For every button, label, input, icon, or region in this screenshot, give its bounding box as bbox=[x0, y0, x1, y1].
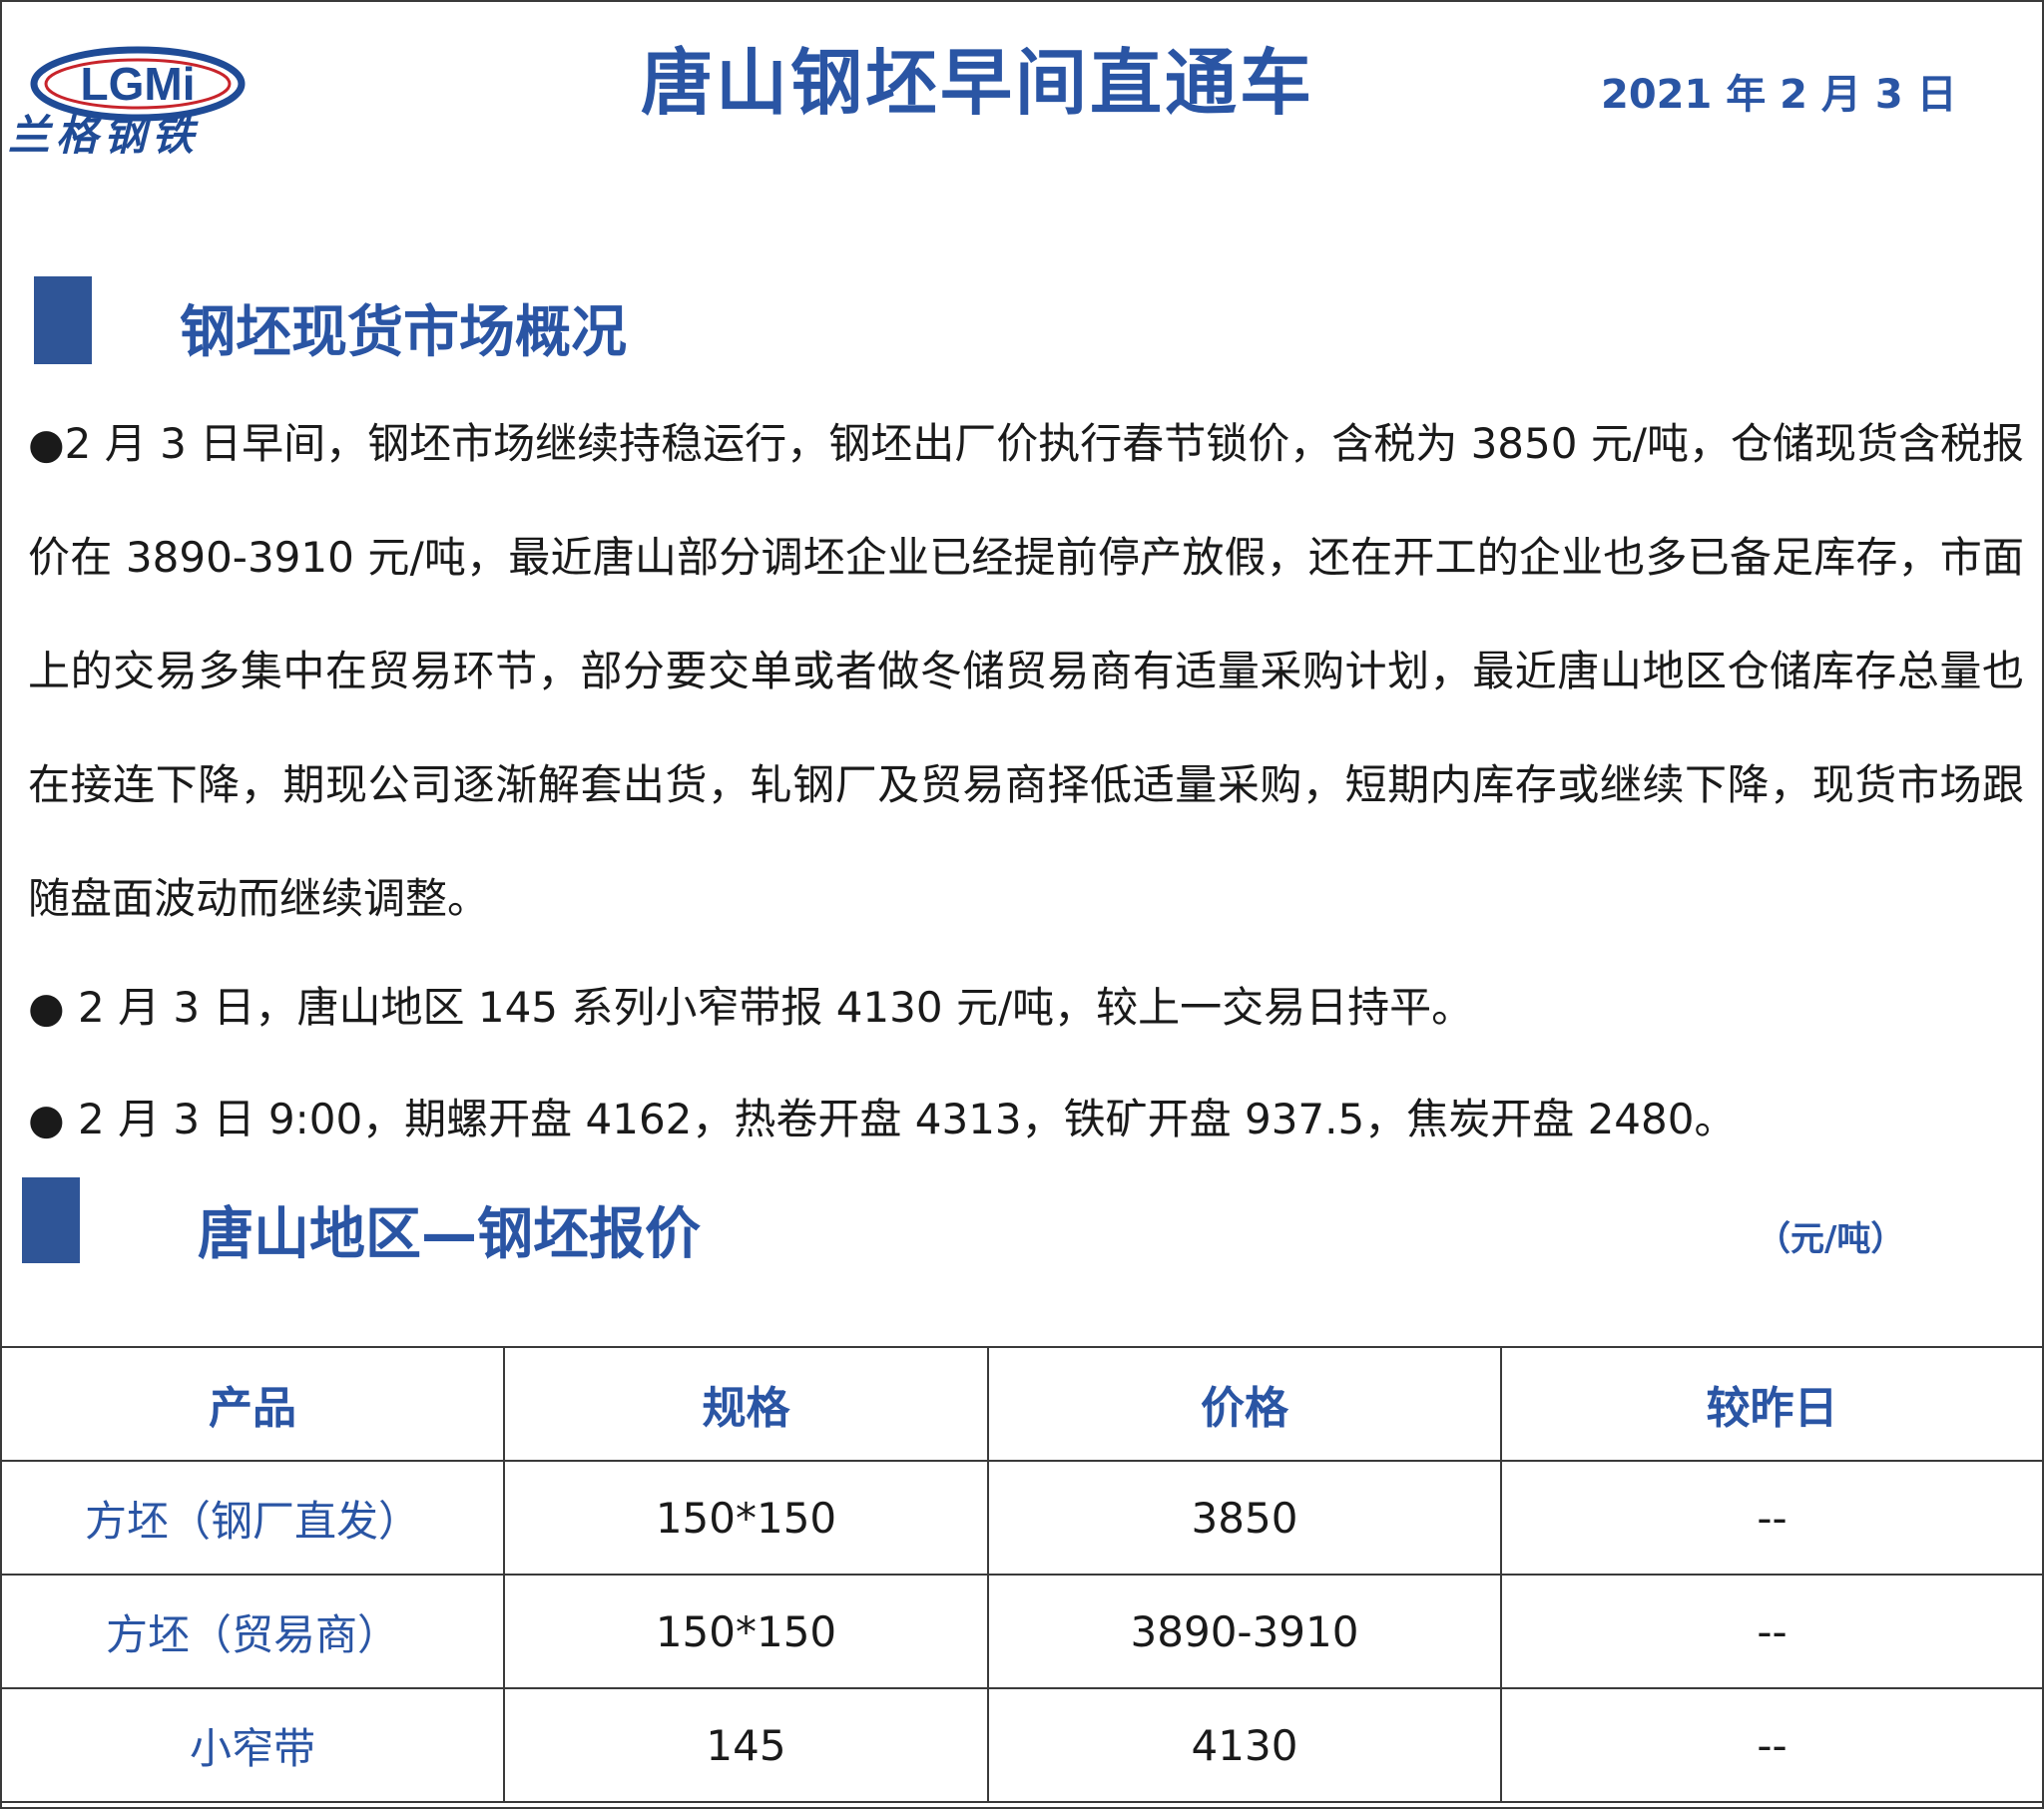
table-row: 小窄带 145 4130 -- bbox=[2, 1687, 2042, 1803]
cell-spec: 150*150 bbox=[503, 1460, 989, 1576]
cell-price: 4130 bbox=[987, 1687, 1502, 1803]
price-table: 产品 规格 价格 较昨日 方坯（钢厂直发） 150*150 3850 -- 方坯… bbox=[2, 1346, 2042, 1803]
cell-change: -- bbox=[1500, 1687, 2042, 1803]
cell-spec: 150*150 bbox=[503, 1574, 989, 1689]
header-product: 产品 bbox=[2, 1346, 505, 1462]
header-spec: 规格 bbox=[503, 1346, 989, 1462]
cell-price: 3850 bbox=[987, 1460, 1502, 1576]
report-title: 唐山钢坯早间直通车 bbox=[641, 41, 1315, 125]
cell-product: 方坯（贸易商） bbox=[2, 1574, 505, 1689]
report-page: LGMi 兰格钢铁 唐山钢坯早间直通车 2021 年 2 月 3 日 钢坯现货市… bbox=[0, 0, 2044, 1809]
bullet-futures-open: ● 2 月 3 日 9:00，期螺开盘 4162，热卷开盘 4313，铁矿开盘 … bbox=[28, 1095, 1737, 1143]
table-header-row: 产品 规格 价格 较昨日 bbox=[2, 1346, 2042, 1462]
cell-change: -- bbox=[1500, 1574, 2042, 1689]
market-overview-paragraph: ●2 月 3 日早间，钢坯市场继续持稳运行，钢坯出厂价执行春节锁价，含税为 38… bbox=[28, 419, 2024, 923]
section-title-market-overview: 钢坯现货市场概况 bbox=[180, 300, 627, 365]
cell-price: 3890-3910 bbox=[987, 1574, 1502, 1689]
price-unit: （元/吨） bbox=[1757, 1219, 1905, 1259]
table-row: 方坯（贸易商） 150*150 3890-3910 -- bbox=[2, 1574, 2042, 1689]
section-marker bbox=[22, 1177, 80, 1263]
report-date: 2021 年 2 月 3 日 bbox=[1601, 72, 1957, 118]
cell-spec: 145 bbox=[503, 1687, 989, 1803]
cell-product: 方坯（钢厂直发） bbox=[2, 1460, 505, 1576]
logo-name: 兰格钢铁 bbox=[8, 111, 201, 160]
header-price: 价格 bbox=[987, 1346, 1502, 1462]
bullet-narrow-strip: ● 2 月 3 日，唐山地区 145 系列小窄带报 4130 元/吨，较上一交易… bbox=[28, 983, 1474, 1032]
cell-change: -- bbox=[1500, 1460, 2042, 1576]
header-change: 较昨日 bbox=[1500, 1346, 2042, 1462]
section-marker bbox=[34, 276, 92, 364]
section-title-price-quote: 唐山地区—钢坯报价 bbox=[198, 1202, 701, 1267]
cell-product: 小窄带 bbox=[2, 1687, 505, 1803]
table-row: 方坯（钢厂直发） 150*150 3850 -- bbox=[2, 1460, 2042, 1576]
